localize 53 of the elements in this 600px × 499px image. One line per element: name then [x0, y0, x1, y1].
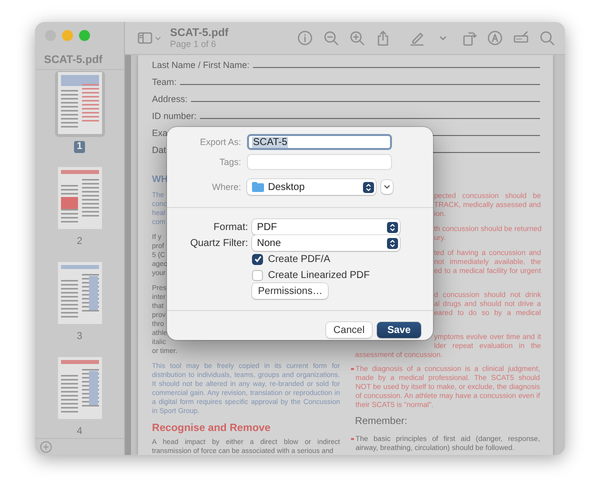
form-label: Dat	[152, 144, 166, 157]
page-thumbnail[interactable]	[54, 70, 104, 137]
checkbox-label: Create Linearized PDF	[268, 270, 370, 280]
stepper-icon	[387, 238, 398, 248]
cancel-button[interactable]: Cancel	[326, 322, 372, 338]
sidebar-title: SCAT-5.pdf	[35, 50, 124, 70]
search-icon[interactable]	[539, 30, 555, 46]
format-popup[interactable]: PDF	[252, 219, 400, 235]
checkbox-label: Create PDF/A	[268, 254, 330, 264]
minimize-button[interactable]	[62, 30, 73, 42]
add-icon[interactable]	[40, 440, 52, 453]
rotate-icon[interactable]	[461, 30, 477, 46]
page-indicator: Page 1 of 6	[170, 38, 218, 50]
section-heading: Recognise and Remove	[152, 422, 272, 434]
markup-icon[interactable]	[487, 30, 503, 46]
form-label: ID number:	[152, 110, 197, 123]
sidebar-icon[interactable]	[137, 30, 153, 46]
filename-field[interactable]: SCAT-5	[247, 134, 392, 150]
zoom-in-icon[interactable]	[349, 30, 365, 46]
field-label: Where:	[210, 182, 241, 192]
field-label: Export As:	[198, 137, 241, 147]
form-label: Address:	[152, 93, 188, 106]
tags-field[interactable]	[247, 154, 392, 170]
field-label: Quartz Filter:	[189, 238, 248, 248]
pen-icon[interactable]	[409, 30, 425, 46]
page-number: 2	[76, 236, 84, 248]
section-heading: WH	[152, 174, 169, 185]
page-number: 1	[74, 140, 86, 153]
form-label: Last Name / First Name:	[152, 59, 250, 72]
bullet-icon	[351, 368, 354, 370]
chevron-icon	[383, 184, 391, 190]
filter-popup[interactable]: None	[252, 235, 400, 251]
save-button[interactable]: Save	[377, 322, 421, 338]
stepper-icon	[363, 182, 374, 192]
folder-icon	[252, 182, 264, 192]
location-popup[interactable]: Desktop	[247, 179, 376, 195]
form-label: Exa	[152, 127, 168, 140]
field-label: Format:	[212, 222, 248, 232]
form-label: Team:	[152, 76, 177, 89]
subheading: Remember:	[355, 416, 408, 428]
permissions-button[interactable]: Permissions…	[252, 283, 328, 299]
info-icon[interactable]	[297, 30, 313, 46]
zoom-out-icon[interactable]	[323, 30, 339, 46]
share-icon[interactable]	[375, 30, 391, 46]
page-number: 3	[76, 330, 84, 343]
bullet-icon	[351, 438, 354, 440]
stepper-icon	[387, 222, 398, 232]
expand-button[interactable]	[381, 180, 393, 194]
page-number: 4	[76, 426, 84, 438]
checkbox[interactable]	[252, 254, 263, 264]
zoom-button[interactable]	[79, 30, 90, 42]
window-title: SCAT-5.pdf	[170, 26, 228, 38]
field-label: Tags:	[218, 157, 241, 167]
